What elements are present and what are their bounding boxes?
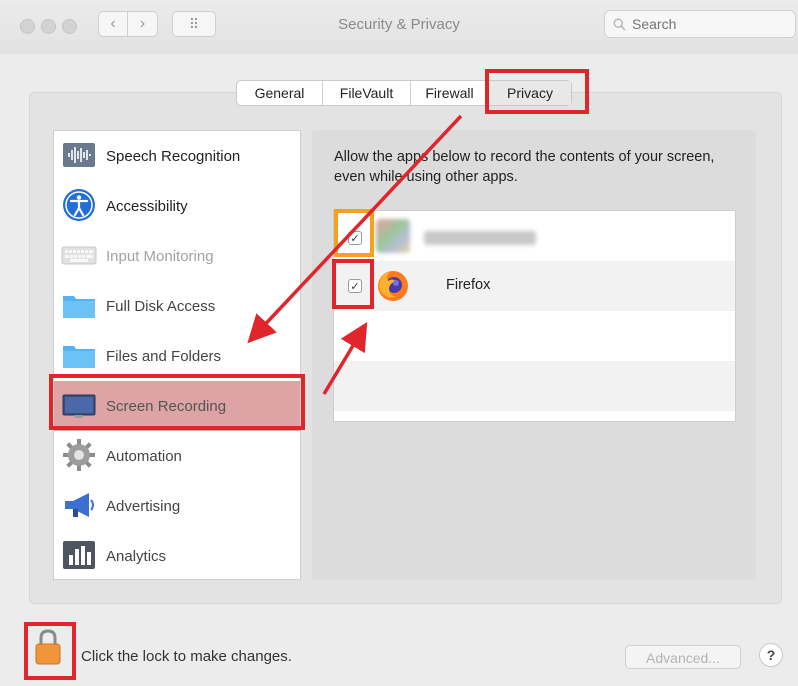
sidebar-item-speech-recognition[interactable]: Speech Recognition (54, 131, 300, 181)
firefox-icon (378, 271, 408, 301)
sidebar-item-label: Accessibility (106, 197, 188, 215)
gear-icon (63, 439, 95, 471)
search-input[interactable] (630, 15, 784, 33)
sidebar-item-label: Input Monitoring (106, 247, 214, 265)
privacy-category-list: Speech Recognition Accessibility Input M… (53, 130, 301, 580)
title-bar: ‹ › ⠿ Security & Privacy (0, 0, 798, 54)
sidebar-item-label: Automation (106, 447, 182, 465)
keyboard-icon (61, 246, 97, 265)
tab-firewall[interactable]: Firewall (411, 81, 489, 105)
sidebar-item-label: Full Disk Access (106, 297, 216, 315)
sidebar-item-full-disk-access[interactable]: Full Disk Access (54, 281, 300, 331)
screen-recording-description: Allow the apps below to record the conte… (334, 149, 715, 185)
help-button[interactable]: ? (759, 643, 783, 667)
folder-icon (63, 346, 95, 368)
sidebar-item-label: Speech Recognition (106, 147, 241, 165)
blurred-app-icon (376, 219, 410, 253)
list-item-blurred-app[interactable]: ✓ (334, 211, 735, 261)
privacy-tab-highlight (485, 69, 589, 114)
list-item-empty (334, 361, 735, 411)
list-item-firefox[interactable]: ✓ Firefox (334, 261, 735, 311)
folder-icon (63, 296, 95, 318)
bar-chart-icon (63, 541, 95, 569)
firefox-checkbox-highlight (332, 259, 374, 309)
sidebar-item-analytics[interactable]: Analytics (54, 531, 300, 581)
sidebar-item-advertising[interactable]: Advertising (54, 481, 300, 531)
screen-recording-highlight (49, 374, 305, 430)
sidebar-item-accessibility[interactable]: Accessibility (54, 181, 300, 231)
sidebar-item-label: Advertising (106, 497, 181, 515)
sidebar-item-input-monitoring[interactable]: Input Monitoring (54, 231, 300, 281)
sidebar-item-automation[interactable]: Automation (54, 431, 300, 481)
blurred-app-name (424, 231, 536, 245)
sidebar-item-label: Files and Folders (106, 347, 222, 365)
accessibility-icon (63, 189, 95, 221)
advanced-button[interactable]: Advanced... (625, 645, 741, 669)
lock-instruction-text: Click the lock to make changes. (81, 648, 292, 665)
blurred-app-checkbox-highlight (334, 209, 374, 257)
list-item-empty (334, 311, 735, 361)
app-list: ✓ ✓ Firefox (333, 210, 736, 422)
tab-filevault[interactable]: FileVault (323, 81, 411, 105)
sidebar-item-label: Analytics (106, 547, 167, 565)
waveform-icon (63, 143, 95, 167)
search-icon (613, 17, 626, 31)
megaphone-icon (65, 493, 94, 517)
app-name: Firefox (446, 277, 491, 293)
search-field[interactable] (604, 10, 796, 38)
tab-general[interactable]: General (237, 81, 323, 105)
lock-highlight (24, 622, 76, 680)
